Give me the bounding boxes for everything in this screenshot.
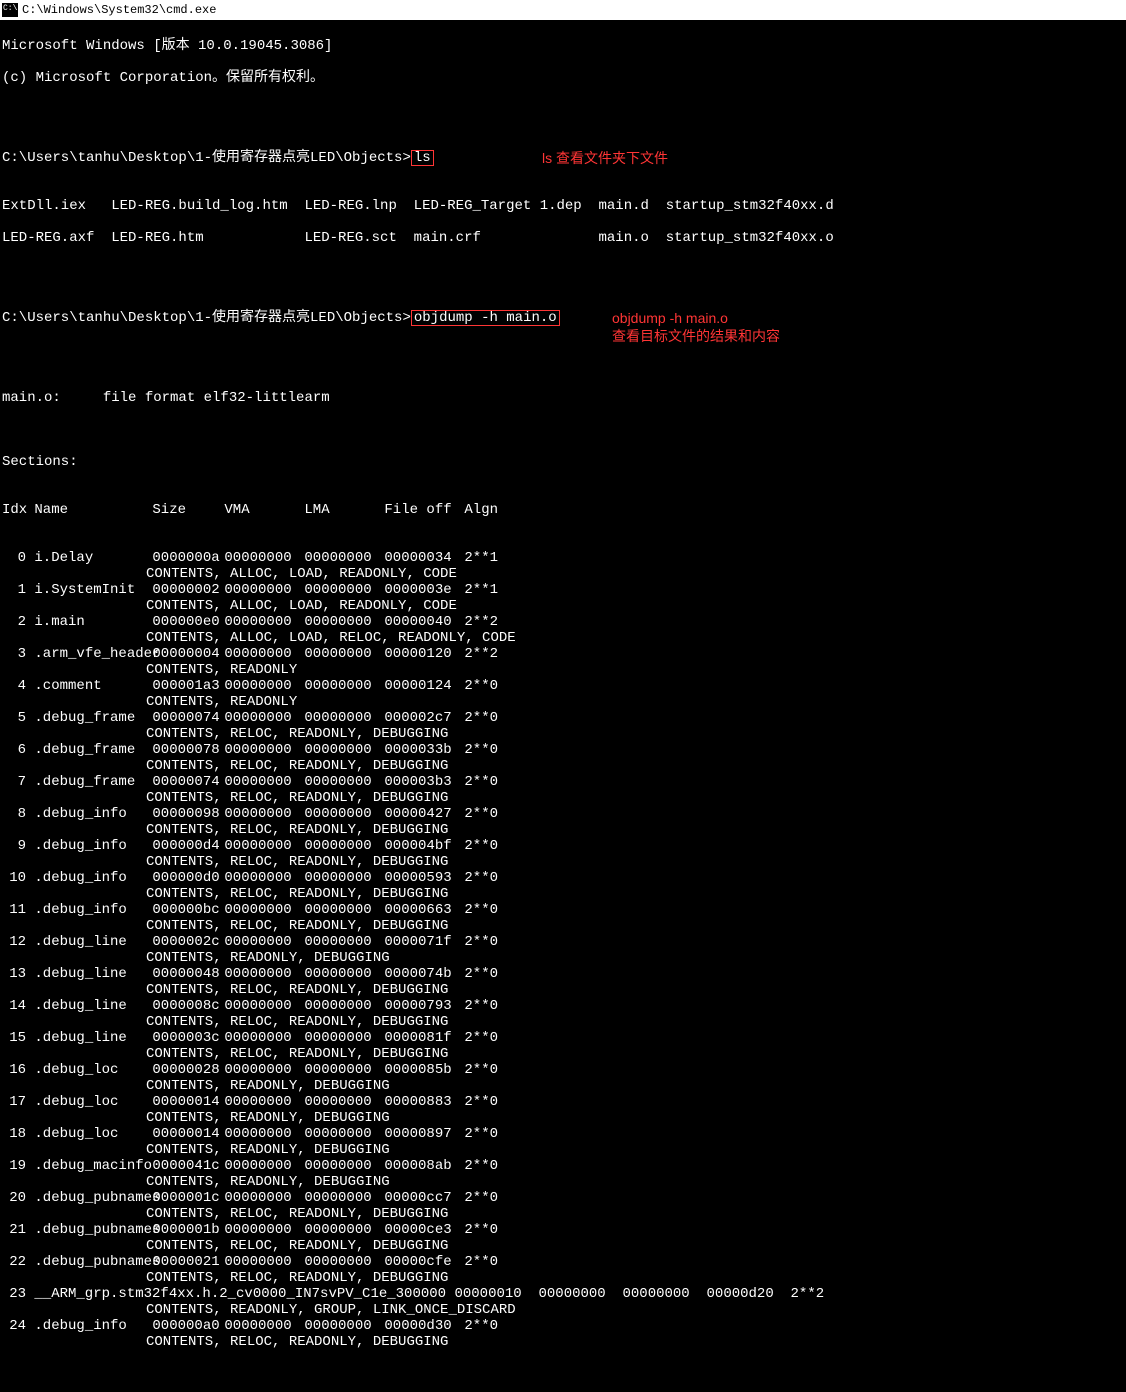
header-vma: VMA (224, 502, 304, 518)
section-row: 4 .comment000001a30000000000000000000001… (2, 678, 1124, 694)
section-flags: CONTENTS, RELOC, READONLY, DEBUGGING (2, 982, 1124, 998)
section-row: 3 .arm_vfe_header00000004000000000000000… (2, 646, 1124, 662)
prompt-ls: C:\Users\tanhu\Desktop\1-使用寄存器点亮LED\Obje… (2, 150, 1124, 166)
section-row: 18 .debug_loc000000140000000000000000000… (2, 1126, 1124, 1142)
section-flags: CONTENTS, READONLY, DEBUGGING (2, 950, 1124, 966)
ls-output-row-2: LED-REG.axf LED-REG.htm LED-REG.sct main… (2, 230, 1124, 246)
section-flags: CONTENTS, READONLY, DEBUGGING (2, 1110, 1124, 1126)
section-row: 0 i.Delay0000000a00000000000000000000003… (2, 550, 1124, 566)
section-flags: CONTENTS, RELOC, READONLY, DEBUGGING (2, 854, 1124, 870)
sections-header: Idx NameSizeVMALMAFile offAlgn (2, 502, 1124, 518)
blank-line (2, 102, 1124, 118)
cmd-ls-highlight: ls (411, 150, 434, 166)
section-flags: CONTENTS, READONLY, DEBUGGING (2, 1078, 1124, 1094)
annotation-objdump-2: 查看目标文件的结果和内容 (612, 328, 780, 344)
section-flags: CONTENTS, RELOC, READONLY, DEBUGGING (2, 886, 1124, 902)
section-row: 20 .debug_pubnames0000001c00000000000000… (2, 1190, 1124, 1206)
header-fileoff: File off (384, 502, 464, 518)
annotation-ls: ls 查看文件夹下文件 (542, 150, 668, 166)
annotation-objdump-1: objdump -h main.o (612, 310, 728, 326)
section-flags: CONTENTS, READONLY, DEBUGGING (2, 1142, 1124, 1158)
prompt-path-1: C:\Users\tanhu\Desktop\1-使用寄存器点亮LED\Obje… (2, 150, 411, 166)
window-title: C:\Windows\System32\cmd.exe (22, 3, 216, 17)
section-flags: CONTENTS, ALLOC, LOAD, READONLY, CODE (2, 598, 1124, 614)
section-flags: CONTENTS, READONLY, GROUP, LINK_ONCE_DIS… (2, 1302, 1124, 1318)
ls-output-row-1: ExtDll.iex LED-REG.build_log.htm LED-REG… (2, 198, 1124, 214)
section-row: 15 .debug_line0000003c000000000000000000… (2, 1030, 1124, 1046)
section-flags: CONTENTS, RELOC, READONLY, DEBUGGING (2, 1238, 1124, 1254)
section-row: 7 .debug_frame00000074000000000000000000… (2, 774, 1124, 790)
header-name: Name (34, 502, 152, 518)
prompt-path-2: C:\Users\tanhu\Desktop\1-使用寄存器点亮LED\Obje… (2, 310, 411, 326)
header-size: Size (152, 502, 224, 518)
section-flags: CONTENTS, READONLY (2, 662, 1124, 678)
section-flags: CONTENTS, RELOC, READONLY, DEBUGGING (2, 1014, 1124, 1030)
section-row: 21 .debug_pubnames0000001b00000000000000… (2, 1222, 1124, 1238)
window-titlebar[interactable]: C:\Windows\System32\cmd.exe (0, 0, 1126, 20)
section-row: 8 .debug_info000000980000000000000000000… (2, 806, 1124, 822)
section-row: 11 .debug_info000000bc000000000000000000… (2, 902, 1124, 918)
section-flags: CONTENTS, READONLY, DEBUGGING (2, 1174, 1124, 1190)
section-row: 13 .debug_line00000048000000000000000000… (2, 966, 1124, 982)
section-flags: CONTENTS, READONLY (2, 694, 1124, 710)
section-row: 5 .debug_frame00000074000000000000000000… (2, 710, 1124, 726)
section-flags: CONTENTS, RELOC, READONLY, DEBUGGING (2, 790, 1124, 806)
section-row: 16 .debug_loc000000280000000000000000000… (2, 1062, 1124, 1078)
section-row: 9 .debug_info000000d40000000000000000000… (2, 838, 1124, 854)
header-lma: LMA (304, 502, 384, 518)
intro-line-2: (c) Microsoft Corporation。保留所有权利。 (2, 70, 1124, 86)
section-flags: CONTENTS, ALLOC, LOAD, READONLY, CODE (2, 566, 1124, 582)
section-row: 14 .debug_line0000008c000000000000000000… (2, 998, 1124, 1014)
section-flags: CONTENTS, RELOC, READONLY, DEBUGGING (2, 822, 1124, 838)
file-format-line: main.o: file format elf32-littlearm (2, 390, 1124, 406)
section-flags: CONTENTS, RELOC, READONLY, DEBUGGING (2, 758, 1124, 774)
section-flags: CONTENTS, RELOC, READONLY, DEBUGGING (2, 918, 1124, 934)
section-row: 17 .debug_loc000000140000000000000000000… (2, 1094, 1124, 1110)
blank-line (2, 262, 1124, 278)
section-flags: CONTENTS, ALLOC, LOAD, RELOC, READONLY, … (2, 630, 1124, 646)
prompt-objdump: C:\Users\tanhu\Desktop\1-使用寄存器点亮LED\Obje… (2, 310, 1124, 326)
header-idx: Idx (2, 502, 26, 518)
terminal[interactable]: Microsoft Windows [版本 10.0.19045.3086] (… (0, 20, 1126, 1392)
section-row: 22 .debug_pubnames0000002100000000000000… (2, 1254, 1124, 1270)
section-row: 24 .debug_info000000a0000000000000000000… (2, 1318, 1124, 1334)
blank-line (2, 358, 1124, 374)
section-flags: CONTENTS, RELOC, READONLY, DEBUGGING (2, 1206, 1124, 1222)
section-flags: CONTENTS, RELOC, READONLY, DEBUGGING (2, 726, 1124, 742)
section-row: 12 .debug_line0000002c000000000000000000… (2, 934, 1124, 950)
section-row: 19 .debug_macinfo0000041c000000000000000… (2, 1158, 1124, 1174)
section-flags: CONTENTS, RELOC, READONLY, DEBUGGING (2, 1046, 1124, 1062)
section-flags: CONTENTS, RELOC, READONLY, DEBUGGING (2, 1270, 1124, 1286)
cmd-objdump-highlight: objdump -h main.o (411, 310, 560, 326)
section-flags: CONTENTS, RELOC, READONLY, DEBUGGING (2, 1334, 1124, 1350)
sections-title: Sections: (2, 454, 1124, 470)
section-row: 10 .debug_info000000d0000000000000000000… (2, 870, 1124, 886)
header-algn: Algn (464, 502, 498, 518)
blank-line (2, 422, 1124, 438)
section-row: 6 .debug_frame00000078000000000000000000… (2, 742, 1124, 758)
cmd-icon (2, 3, 18, 17)
intro-line-1: Microsoft Windows [版本 10.0.19045.3086] (2, 38, 1124, 54)
section-row: 2 i.main000000e0000000000000000000000040… (2, 614, 1124, 630)
section-row: 23 __ARM_grp.stm32f4xx.h.2_cv0000_IN7svP… (2, 1286, 1124, 1302)
section-row: 1 i.SystemInit00000002000000000000000000… (2, 582, 1124, 598)
sections-body: 0 i.Delay0000000a00000000000000000000003… (2, 550, 1124, 1350)
